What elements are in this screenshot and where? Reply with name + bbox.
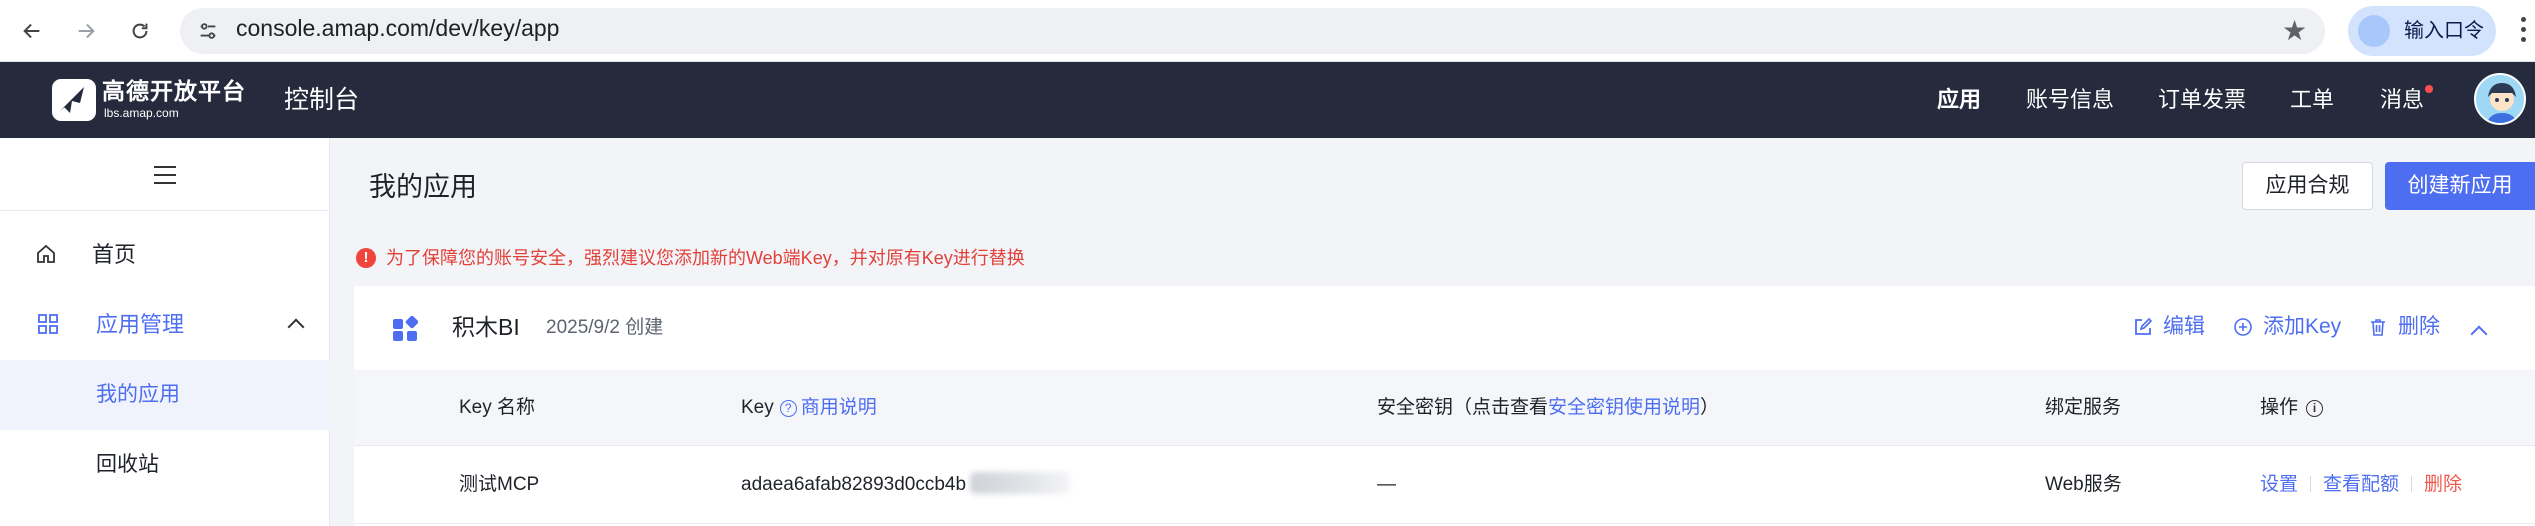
col-service: 绑定服务 bbox=[2045, 397, 2122, 418]
sidebar-divider bbox=[0, 210, 330, 211]
profile-icon bbox=[2358, 15, 2390, 47]
cell-secret: — bbox=[1377, 474, 1396, 495]
sidebar-item-label: 回收站 bbox=[96, 453, 159, 476]
sidebar-item-home[interactable]: 首页 bbox=[0, 220, 330, 290]
add-key-label: 添加Key bbox=[2263, 315, 2342, 338]
forward-button[interactable] bbox=[68, 13, 104, 49]
app-compliance-button[interactable]: 应用合规 bbox=[2242, 162, 2373, 210]
nav-account[interactable]: 账号信息 bbox=[2026, 86, 2114, 114]
plus-circle-icon bbox=[2234, 318, 2252, 336]
view-quota-link[interactable]: 查看配额 bbox=[2323, 474, 2399, 495]
page-title: 我的应用 bbox=[369, 172, 477, 202]
help-icon[interactable]: ? bbox=[779, 400, 797, 417]
site-info-button[interactable] bbox=[190, 13, 226, 49]
profile-chip[interactable]: 输入口令 bbox=[2348, 6, 2496, 56]
col-secret-label: 安全密钥（点击查看 bbox=[1377, 397, 1549, 418]
key-redacted-mask bbox=[970, 472, 1071, 494]
amap-logo-icon[interactable] bbox=[50, 77, 98, 123]
sidebar-item-app-management[interactable]: 应用管理 bbox=[0, 290, 330, 360]
back-button[interactable] bbox=[14, 13, 50, 49]
browser-menu-icon[interactable] bbox=[2516, 12, 2530, 50]
reload-icon bbox=[132, 23, 148, 39]
col-key-name: Key 名称 bbox=[459, 397, 536, 418]
chevron-up-icon bbox=[287, 318, 305, 336]
message-badge bbox=[2425, 85, 2433, 93]
key-value[interactable]: adaea6afab82893d0ccb4b bbox=[741, 474, 966, 495]
arrow-right-icon bbox=[78, 23, 95, 39]
nav-invoices[interactable]: 订单发票 bbox=[2158, 86, 2246, 114]
settings-link[interactable]: 设置 bbox=[2260, 474, 2298, 495]
collapse-chevron-icon[interactable] bbox=[2470, 325, 2488, 343]
url-text[interactable]: console.amap.com/dev/key/app bbox=[236, 14, 559, 42]
delete-app-button[interactable]: 删除 bbox=[2368, 313, 2440, 341]
grid-icon bbox=[38, 314, 58, 334]
edit-icon bbox=[2135, 317, 2153, 335]
info-icon[interactable]: i bbox=[2306, 400, 2324, 417]
col-ops-label: 操作 bbox=[2260, 397, 2299, 418]
logo-title[interactable]: 高德开放平台 bbox=[102, 78, 246, 104]
alert-text: 为了保障您的账号安全，强烈建议您添加新的Web端Key，并对原有Key进行替换 bbox=[386, 248, 1025, 268]
trash-icon bbox=[2371, 319, 2385, 336]
browser-toolbar: console.amap.com/dev/key/app ★ 输入口令 bbox=[0, 0, 2535, 62]
create-app-button[interactable]: 创建新应用 bbox=[2385, 162, 2535, 210]
logo-subtitle: lbs.amap.com bbox=[104, 106, 179, 120]
edit-app-button[interactable]: 编辑 bbox=[2133, 313, 2205, 341]
divider bbox=[2411, 476, 2413, 492]
table-row: 测试MCP adaea6afab82893d0ccb4b — Web服务 设置 查… bbox=[354, 446, 2535, 524]
nav-messages[interactable]: 消息 bbox=[2380, 86, 2424, 114]
table-header: Key 名称 Key? 商用说明 安全密钥（点击查看安全密钥使用说明） 绑定服务 … bbox=[354, 370, 2535, 446]
col-ops: 操作 i bbox=[2260, 395, 2324, 421]
col-key-label: Key bbox=[741, 397, 774, 418]
app-card: 积木BI 2025/9/2 创建 编辑 添加Key 删除 Key 名称 Key?… bbox=[354, 286, 2535, 526]
warning-icon: ! bbox=[356, 248, 376, 268]
col-key: Key? 商用说明 bbox=[741, 395, 877, 421]
profile-label: 输入口令 bbox=[2404, 20, 2484, 42]
col-secret: 安全密钥（点击查看安全密钥使用说明） bbox=[1377, 395, 1719, 421]
sidebar-item-label: 我的应用 bbox=[96, 383, 180, 406]
nav-tickets[interactable]: 工单 bbox=[2290, 86, 2334, 114]
avatar[interactable] bbox=[2474, 73, 2526, 125]
app-created-date: 2025/9/2 创建 bbox=[546, 317, 664, 338]
sidebar-item-my-apps[interactable]: 我的应用 bbox=[0, 360, 330, 430]
cell-key-name: 测试MCP bbox=[459, 474, 540, 495]
add-key-button[interactable]: 添加Key bbox=[2233, 313, 2341, 341]
security-alert: ! 为了保障您的账号安全，强烈建议您添加新的Web端Key，并对原有Key进行替… bbox=[356, 245, 1025, 271]
sidebar-item-recycle-bin[interactable]: 回收站 bbox=[0, 430, 330, 500]
console-title[interactable]: 控制台 bbox=[284, 84, 359, 116]
app-name: 积木BI bbox=[452, 314, 520, 340]
delete-key-link[interactable]: 删除 bbox=[2424, 474, 2462, 495]
edit-label: 编辑 bbox=[2163, 315, 2205, 338]
app-icon bbox=[393, 316, 418, 341]
commercial-usage-link[interactable]: 商用说明 bbox=[801, 397, 877, 418]
arrow-left-icon bbox=[23, 23, 40, 39]
home-icon bbox=[37, 244, 55, 263]
secret-usage-link[interactable]: 安全密钥使用说明 bbox=[1548, 397, 1700, 418]
delete-label: 删除 bbox=[2398, 315, 2440, 338]
cell-key: adaea6afab82893d0ccb4b bbox=[741, 472, 1071, 498]
reload-button[interactable] bbox=[122, 13, 158, 49]
cell-ops: 设置 查看配额 删除 bbox=[2260, 472, 2462, 498]
nav-apps[interactable]: 应用 bbox=[1937, 86, 1981, 114]
sidebar: 首页 应用管理 我的应用 回收站 bbox=[0, 138, 330, 526]
cell-service: Web服务 bbox=[2045, 474, 2122, 495]
bookmark-star-icon[interactable]: ★ bbox=[2282, 11, 2307, 51]
col-secret-suffix: ） bbox=[1700, 397, 1720, 418]
tune-icon bbox=[200, 23, 216, 39]
app-header: 高德开放平台 lbs.amap.com 控制台 应用 账号信息 订单发票 工单 … bbox=[0, 62, 2535, 138]
sidebar-item-label: 首页 bbox=[92, 242, 137, 267]
menu-toggle-icon[interactable] bbox=[154, 166, 176, 184]
divider bbox=[2310, 476, 2312, 492]
user-avatar-icon bbox=[2476, 75, 2524, 123]
sidebar-item-label: 应用管理 bbox=[96, 312, 185, 337]
